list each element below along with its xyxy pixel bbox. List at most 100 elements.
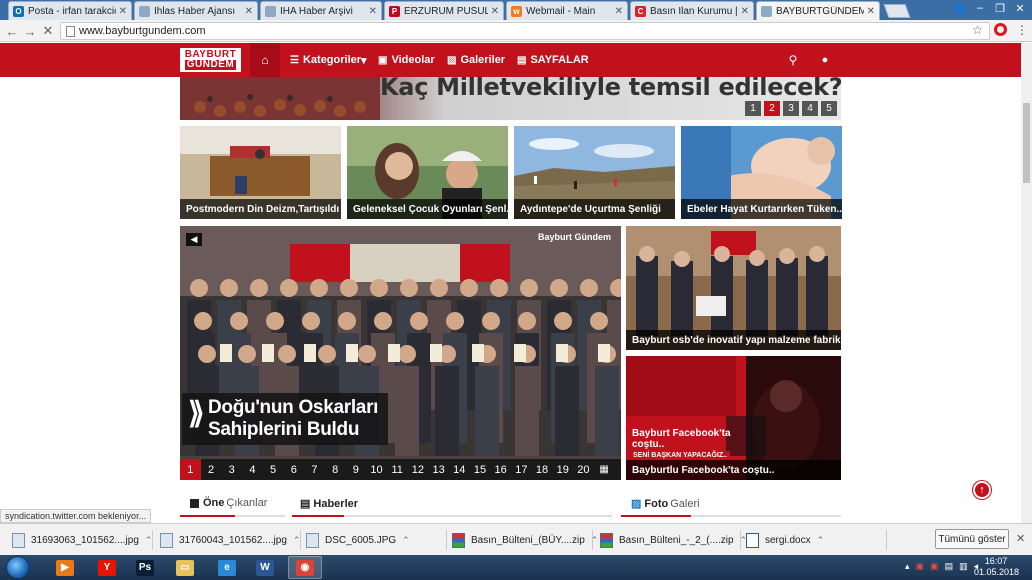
tray-app-icon[interactable]: ▣ [916,561,925,572]
close-tab-icon[interactable]: ✕ [369,6,377,17]
slider-page-button[interactable]: 11 [387,459,408,480]
download-menu-icon[interactable]: ⌃ [402,535,410,546]
tray-app-icon[interactable]: ▣ [930,561,939,572]
close-tab-icon[interactable]: ✕ [867,6,875,17]
bookmark-star-icon[interactable]: ☆ [972,23,983,37]
photoshop-icon[interactable]: Ps [128,556,162,579]
search-icon[interactable]: ⚲ [780,43,806,77]
download-item[interactable]: Basın_Bülteni_-_2_(....zip ⌃ [600,528,747,552]
word-icon[interactable]: W [248,556,282,579]
grid-view-icon[interactable]: ▦ [594,459,615,480]
banner-page-button[interactable]: 1 [745,101,761,116]
browser-tab[interactable]: w Webmail - Main ✕ [506,1,628,20]
chrome-icon[interactable]: ◉ [288,556,322,579]
stop-icon[interactable]: ✕ [40,23,56,39]
taskbar-clock[interactable]: 16:07 01.05.2018 [974,556,1019,578]
user-icon[interactable]: 👤 [950,0,970,16]
slider-page-button[interactable]: 6 [283,459,304,480]
home-icon[interactable]: ⌂ [250,43,280,77]
page-scrollbar[interactable] [1021,43,1032,523]
download-item[interactable]: Basın_Bülteni_(BÜY....zip ⌃ [452,528,598,552]
slider-page-button[interactable]: 13 [428,459,449,480]
close-tab-icon[interactable]: ✕ [741,6,749,17]
new-tab-button[interactable] [883,4,911,18]
slider-page-button[interactable]: 12 [408,459,429,480]
slider-page-button[interactable]: 5 [263,459,284,480]
slider-page-button[interactable]: 20 [573,459,594,480]
browser-tab-strip: OPosta - irfan tarakcioglu✕İhlas Haber A… [0,0,1032,20]
media-player-icon[interactable]: ▶ [48,556,82,579]
menu-icon[interactable]: ⋮ [1016,23,1028,37]
banner-page-button[interactable]: 3 [783,101,799,116]
slider-page-button[interactable]: 9 [346,459,367,480]
close-tab-icon[interactable]: ✕ [491,6,499,17]
opera-extension-icon[interactable] [994,23,1007,36]
slider-page-button[interactable]: 4 [242,459,263,480]
browser-tab[interactable]: İhlas Haber Ajansı ✕ [134,1,258,20]
forward-icon[interactable]: → [22,23,38,39]
slider-page-button[interactable]: 8 [325,459,346,480]
slider-page-button[interactable]: 18 [532,459,553,480]
slider-page-button[interactable]: 16 [490,459,511,480]
close-tab-icon[interactable]: ✕ [119,6,127,17]
user-icon[interactable]: ● [812,43,838,77]
banner-page-button[interactable]: 5 [821,101,837,116]
close-downloads-icon[interactable]: ✕ [1016,532,1025,545]
browser-tab[interactable]: BAYBURTGÜNDEM GAZE✕ [756,1,880,20]
headline-banner[interactable]: Kaç Milletvekiliyle temsil edilecek? 123… [180,77,841,120]
close-window-icon[interactable]: ✕ [1010,0,1030,16]
network-icon[interactable]: ▥ [959,561,968,572]
nav-videolar[interactable]: ▣ Videolar [378,43,435,77]
minimize-icon[interactable]: – [970,0,990,16]
download-item[interactable]: DSC_6005.JPG ⌃ [306,528,410,552]
download-item[interactable]: 31760043_101562....jpg ⌃ [160,528,300,552]
show-all-downloads-button[interactable]: Tümünü göster [935,529,1009,549]
logo-bottom: GÜNDEM [184,59,237,70]
slider-page-button[interactable]: 10 [366,459,387,480]
nav-kategoriler[interactable]: ☰ Kategoriler ▾ [290,43,367,77]
browser-tab[interactable]: P ERZURUM PUSULA GAZE✕ [384,1,504,20]
news-card[interactable]: Aydıntepe'de Uçurtma Şenliği [514,126,675,219]
slider-page-button[interactable]: 17 [511,459,532,480]
banner-page-button[interactable]: 2 [764,101,780,116]
news-card[interactable]: Geleneksel Çocuk Oyunları Şenl... [347,126,508,219]
download-item[interactable]: 31693063_101562....jpg ⌃ [12,528,152,552]
side-news-card[interactable]: Bayburt osb'de inovatif yapı malzeme fab… [626,226,841,350]
slider-page-button[interactable]: 15 [470,459,491,480]
section-foto-galeri[interactable]: ▨ Foto Galeri [631,497,700,511]
slider-page-button[interactable]: 3 [221,459,242,480]
yandex-icon[interactable]: Y [90,556,124,579]
site-logo[interactable]: BAYBURT GÜNDEM [179,47,242,73]
download-menu-icon[interactable]: ⌃ [817,535,825,546]
nav-galeriler[interactable]: ▨ Galeriler [447,43,505,77]
slider-page-button[interactable]: 1 [180,459,201,480]
slider-page-button[interactable]: 14 [449,459,470,480]
url-field[interactable]: www.bayburtgundem.com [60,22,990,40]
explorer-icon[interactable]: ▭ [168,556,202,579]
restore-icon[interactable]: ❐ [990,0,1010,16]
tray-arrow-icon[interactable]: ▴ [905,561,910,572]
news-card[interactable]: Ebeler Hayat Kurtarırken Tüken... [681,126,842,219]
news-card[interactable]: Postmodern Din Deizm,Tartışıldı [180,126,341,219]
section-haberler[interactable]: ▤ Haberler [300,497,358,511]
close-tab-icon[interactable]: ✕ [615,6,623,17]
internet-explorer-icon[interactable]: e [210,556,244,579]
close-tab-icon[interactable]: ✕ [245,6,253,17]
download-item[interactable]: sergi.docx ⌃ [746,528,824,552]
nav-sayfalar[interactable]: ▤ SAYFALAR [517,43,589,77]
download-filename: sergi.docx [765,534,811,546]
tray-app-icon[interactable]: ▤ [945,561,954,572]
browser-tab[interactable]: O Posta - irfan tarakcioglu✕ [8,1,132,20]
side-news-card[interactable]: Bayburt Facebook'ta coştu.. SENİ BAŞKAN … [626,356,841,480]
slider-page-button[interactable]: 7 [304,459,325,480]
browser-tab[interactable]: IHA Haber Arşivi ✕ [260,1,382,20]
scroll-to-top-icon[interactable]: ↑ [973,481,991,499]
banner-page-button[interactable]: 4 [802,101,818,116]
main-news-slider[interactable]: ◀ Bayburt Gündem ⟫ Doğu'nun Oskarları Sa… [180,226,621,480]
slider-page-button[interactable]: 2 [201,459,222,480]
section-one-cikanlar[interactable]: Öne Çıkanlar [190,497,267,509]
back-icon[interactable]: ← [4,23,20,39]
slider-page-button[interactable]: 19 [552,459,573,480]
start-button-icon[interactable] [6,556,30,579]
browser-tab[interactable]: C Basın İlan Kurumu | Basın✕ [630,1,754,20]
